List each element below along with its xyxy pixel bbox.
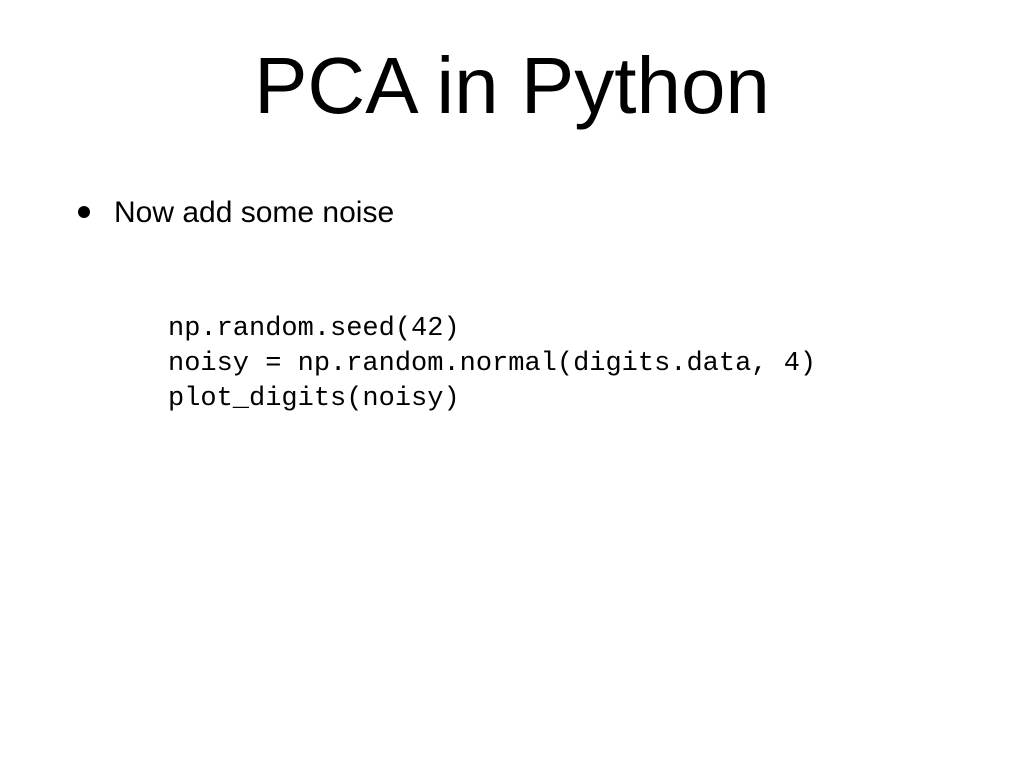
bullet-item: Now add some noise	[78, 192, 964, 234]
code-line-3: plot_digits(noisy)	[168, 384, 460, 414]
code-line-1: np.random.seed(42)	[168, 314, 460, 344]
code-line-2: noisy = np.random.normal(digits.data, 4)	[168, 349, 816, 379]
bullet-icon	[78, 206, 90, 218]
slide-container: PCA in Python Now add some noise np.rand…	[0, 0, 1024, 768]
code-block: np.random.seed(42) noisy = np.random.nor…	[168, 312, 964, 417]
slide-title: PCA in Python	[60, 40, 964, 132]
bullet-text: Now add some noise	[114, 192, 394, 234]
